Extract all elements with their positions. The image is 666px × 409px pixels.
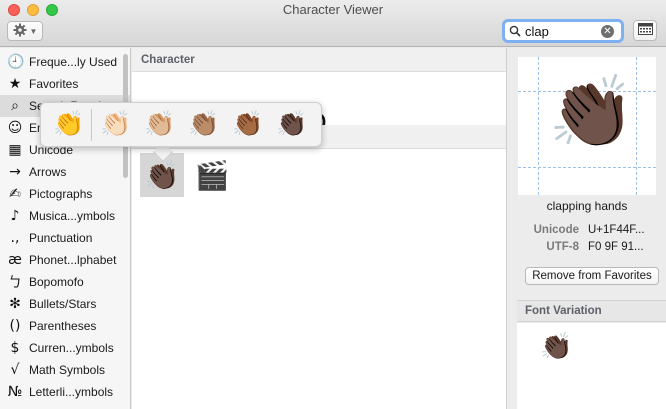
unicode-value: U+1F44F... bbox=[588, 224, 645, 236]
sidebar-item-label: Letterli...ymbols bbox=[29, 385, 114, 399]
dollar-icon: $ bbox=[10, 340, 20, 356]
sidebar-item-favorites[interactable]: ★ Favorites bbox=[0, 73, 130, 95]
sidebar-item-letterlike-symbols[interactable]: № Letterli...ymbols bbox=[0, 381, 130, 403]
search-field[interactable]: ✕ bbox=[502, 19, 624, 43]
character-grid-button[interactable] bbox=[633, 20, 657, 41]
sidebar-item-label: Pictographs bbox=[29, 187, 93, 201]
sidebar-item-bullets-stars[interactable]: ✻ Bullets/Stars bbox=[0, 293, 130, 315]
skin-tone-medium-dark[interactable]: 👏🏾 bbox=[226, 105, 270, 145]
preview-glyph: 👏🏿 bbox=[548, 73, 636, 151]
ae-ligature-icon: æ bbox=[8, 252, 22, 268]
sidebar-item-phonetic-alphabet[interactable]: æ Phonet...lphabet bbox=[0, 249, 130, 271]
bopomofo-icon: ㄅ bbox=[8, 275, 22, 291]
sidebar-item-math-symbols[interactable]: √ Math Symbols bbox=[0, 359, 130, 381]
sidebar-item-parentheses[interactable]: () Parentheses bbox=[0, 315, 130, 337]
sidebar-item-pictographs[interactable]: ✍ Pictographs bbox=[0, 183, 130, 205]
font-variation-panel: 👏🏿 bbox=[517, 323, 666, 409]
pictograph-icon: ✍ bbox=[9, 186, 21, 202]
sidebar-item-currency-symbols[interactable]: $ Curren...ymbols bbox=[0, 337, 130, 359]
result-clapper-board[interactable]: 🎬 bbox=[190, 153, 234, 197]
numero-icon: № bbox=[7, 384, 23, 400]
sidebar-item-arrows[interactable]: → Arrows bbox=[0, 161, 130, 183]
asterisk-star-icon: ✻ bbox=[9, 296, 21, 312]
character-preview: 👏🏿 bbox=[518, 57, 656, 195]
skin-tone-dark[interactable]: 👏🏿 bbox=[270, 105, 314, 145]
skin-tone-popover: 👏 👏🏻 👏🏼 👏🏽 👏🏾 👏🏿 bbox=[40, 102, 322, 147]
sidebar-item-frequently-used[interactable]: 🕘 Freque...ly Used bbox=[0, 51, 130, 73]
clear-search-icon[interactable]: ✕ bbox=[601, 24, 614, 38]
preview-guide-line bbox=[538, 57, 539, 195]
smiley-icon: ☺ bbox=[7, 120, 23, 136]
font-variation-glyph[interactable]: 👏🏿 bbox=[540, 331, 572, 362]
sidebar-item-musical-symbols[interactable]: ♪ Musica...ymbols bbox=[0, 205, 130, 227]
sidebar-item-label: Musica...ymbols bbox=[29, 209, 116, 223]
character-inspector: 👏🏿 clapping hands Unicode U+1F44F... UTF… bbox=[506, 48, 666, 409]
parentheses-icon: () bbox=[9, 318, 21, 334]
sidebar-item-label: Curren...ymbols bbox=[29, 341, 114, 355]
sidebar-item-label: Arrows bbox=[29, 165, 67, 179]
star-icon: ★ bbox=[8, 76, 22, 92]
grid-icon: ▦ bbox=[8, 142, 22, 158]
character-section-header: Character bbox=[132, 48, 506, 72]
window-title: Character Viewer bbox=[282, 2, 384, 17]
sidebar-item-label: Phonet...lphabet bbox=[29, 253, 117, 267]
skin-tone-light[interactable]: 👏🏻 bbox=[94, 105, 138, 145]
punctuation-icon: ., bbox=[10, 230, 20, 246]
skin-tone-medium-light[interactable]: 👏🏼 bbox=[138, 105, 182, 145]
sidebar-item-label: Bullets/Stars bbox=[29, 297, 97, 311]
sidebar-item-label: Punctuation bbox=[29, 231, 93, 245]
sidebar-item-label: Favorites bbox=[29, 77, 79, 91]
title-bar: Character Viewer ▼ clap ✕ bbox=[0, 0, 666, 47]
gear-icon bbox=[13, 23, 27, 40]
keyboard-icon bbox=[637, 23, 653, 38]
action-menu-button[interactable]: ▼ bbox=[7, 21, 43, 41]
search-input[interactable] bbox=[525, 23, 597, 39]
sidebar-item-label: Bopomofo bbox=[29, 275, 84, 289]
skin-tone-default[interactable]: 👏 bbox=[47, 105, 91, 145]
unicode-label: Unicode bbox=[533, 224, 579, 236]
search-icon bbox=[505, 25, 525, 37]
remove-from-favorites-button[interactable]: Remove from Favorites bbox=[525, 267, 659, 285]
preview-guide-line bbox=[636, 57, 637, 195]
square-root-icon: √ bbox=[10, 362, 20, 378]
arrow-icon: → bbox=[9, 164, 21, 180]
utf8-label: UTF-8 bbox=[546, 241, 579, 253]
sidebar-item-label: Freque...ly Used bbox=[29, 55, 118, 69]
sidebar-item-label: Math Symbols bbox=[29, 363, 106, 377]
utf8-value: F0 9F 91... bbox=[588, 241, 644, 253]
magnifier-icon: ⌕ bbox=[11, 98, 19, 114]
music-note-icon: ♪ bbox=[10, 208, 20, 224]
sidebar-item-bopomofo[interactable]: ㄅ Bopomofo bbox=[0, 271, 130, 293]
popover-divider bbox=[91, 108, 92, 141]
character-name: clapping hands bbox=[546, 199, 628, 213]
clock-icon: 🕘 bbox=[7, 54, 25, 70]
sidebar-item-label: Parentheses bbox=[29, 319, 97, 333]
sidebar-item-punctuation[interactable]: ., Punctuation bbox=[0, 227, 130, 249]
chevron-down-icon: ▼ bbox=[29, 26, 38, 36]
font-variation-header: Font Variation bbox=[517, 300, 666, 322]
skin-tone-medium[interactable]: 👏🏽 bbox=[182, 105, 226, 145]
